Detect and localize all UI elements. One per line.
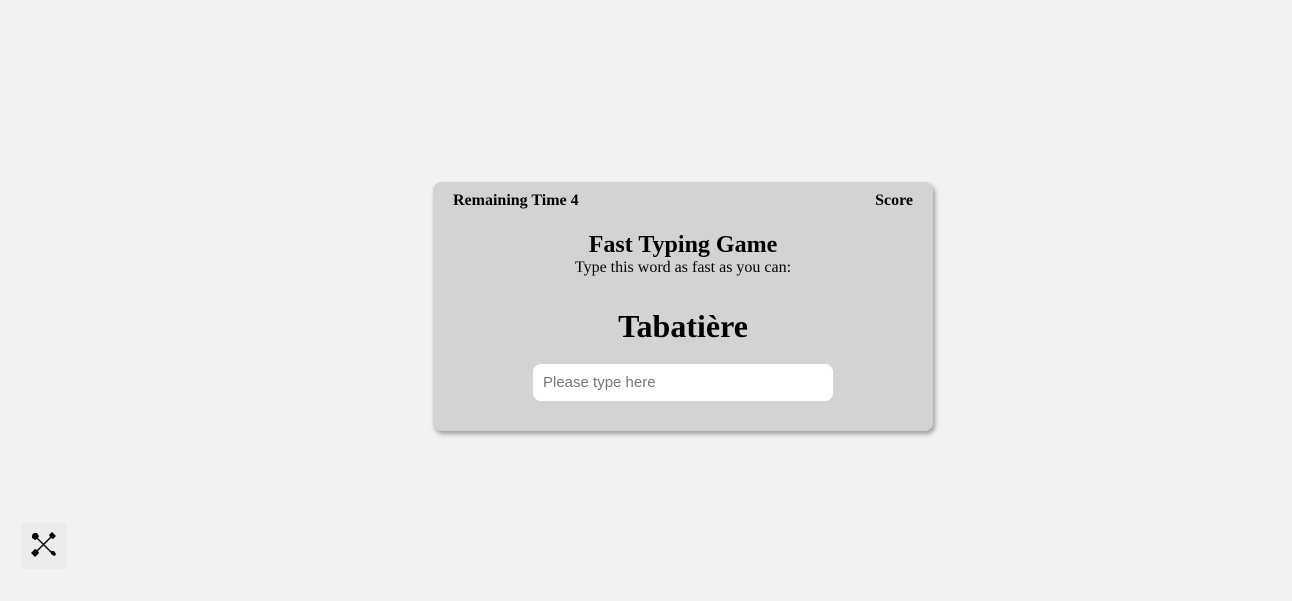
- game-title: Fast Typing Game: [588, 232, 778, 258]
- typing-input[interactable]: [533, 364, 833, 401]
- game-card: Remaining Time 4 Score Fast Typing Game …: [433, 182, 933, 431]
- instruction-text: Type this word as fast as you can:: [574, 259, 792, 276]
- tools-icon: [30, 530, 58, 563]
- score-label: Score: [875, 192, 913, 209]
- tools-button[interactable]: [21, 523, 67, 569]
- target-word: Tabatière: [618, 308, 748, 344]
- remaining-time: Remaining Time 4: [453, 192, 579, 209]
